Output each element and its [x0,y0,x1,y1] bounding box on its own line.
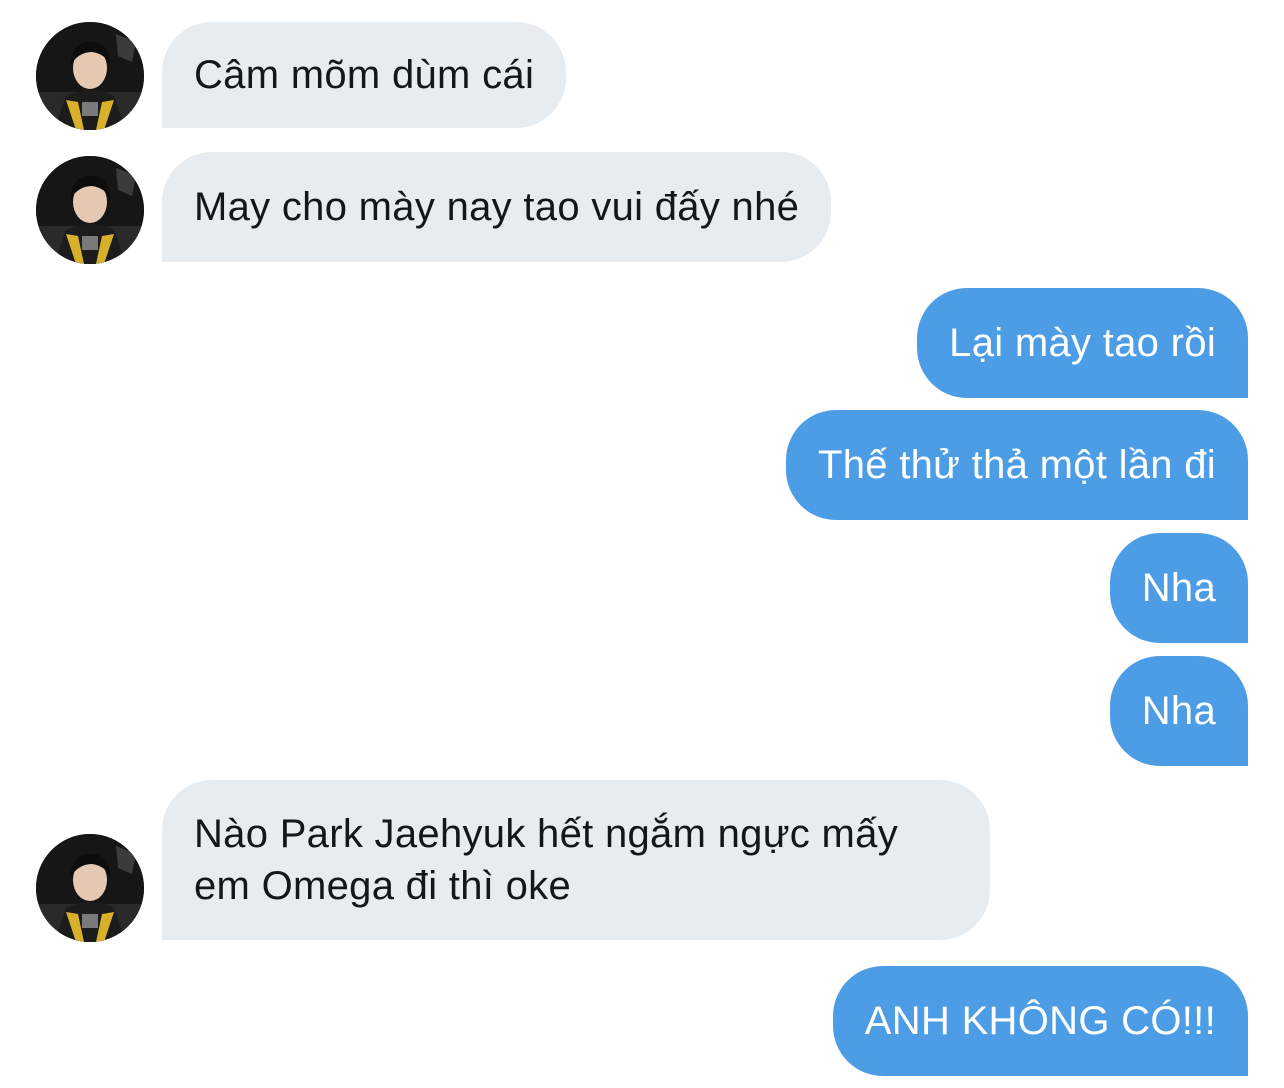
outgoing-message-bubble[interactable]: ANH KHÔNG CÓ!!! [832,966,1248,1076]
outgoing-message-bubble[interactable]: Nha [1109,533,1248,643]
avatar-photo-icon [36,834,144,942]
avatar[interactable] [36,834,144,942]
message-text: Câm mõm dùm cái [194,53,535,97]
avatar[interactable] [36,22,144,130]
message-text: Nào Park Jaehyuk hết ngắm ngực mấy em Om… [194,812,898,908]
outgoing-message-bubble[interactable]: Lại mày tao rồi [917,288,1248,398]
avatar[interactable] [36,156,144,264]
message-text: ANH KHÔNG CÓ!!! [864,999,1216,1043]
message-text: Thế thử thả một lần đi [817,443,1216,487]
message-text: Nha [1141,566,1216,610]
avatar-photo-icon [36,156,144,264]
incoming-message-bubble[interactable]: May cho mày nay tao vui đấy nhé [162,152,832,262]
incoming-message-bubble[interactable]: Nào Park Jaehyuk hết ngắm ngực mấy em Om… [162,780,990,940]
message-text: May cho mày nay tao vui đấy nhé [194,185,800,229]
avatar-photo-icon [36,22,144,130]
outgoing-message-bubble[interactable]: Thế thử thả một lần đi [785,410,1248,520]
incoming-message-bubble[interactable]: Câm mõm dùm cái [162,22,567,128]
outgoing-message-bubble[interactable]: Nha [1109,656,1248,766]
message-text: Lại mày tao rồi [949,321,1216,365]
message-text: Nha [1141,689,1216,733]
